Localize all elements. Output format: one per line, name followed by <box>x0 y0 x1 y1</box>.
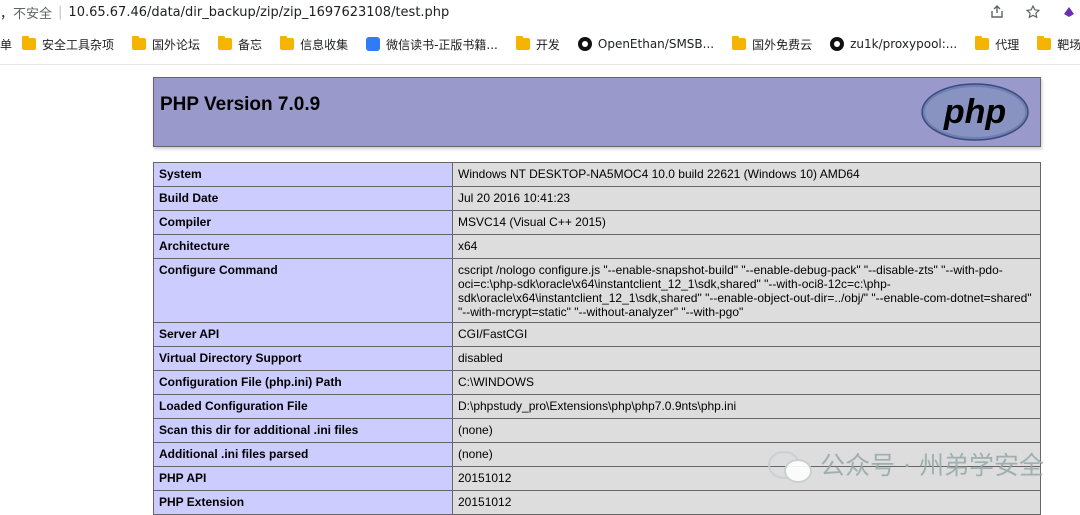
table-row: System Windows NT DESKTOP-NA5MOC4 10.0 bu… <box>153 162 1041 187</box>
folder-icon <box>515 36 530 50</box>
row-key: Compiler <box>153 210 453 235</box>
bookmark-item[interactable]: 信息收集 <box>280 36 348 53</box>
row-value: MSVC14 (Visual C++ 2015) <box>452 210 1041 235</box>
insecure-label[interactable]: 不安全 <box>13 3 52 22</box>
table-row: Scan this dir for additional .ini files(… <box>153 418 1041 443</box>
bookmark-item[interactable]: 备忘 <box>218 36 262 53</box>
table-row: Virtual Directory Support disabled <box>153 346 1041 371</box>
php-logo-text: php <box>943 93 1006 131</box>
row-value: cscript /nologo configure.js "--enable-s… <box>452 258 1041 323</box>
bookmark-label: 安全工具杂项 <box>42 37 115 52</box>
row-key: Server API <box>153 322 453 347</box>
watermark-text: 公众号 · 州弟学安全 <box>820 451 1044 480</box>
row-key: System <box>153 162 453 187</box>
bookmark-item[interactable]: OpenEthan/SMSB... <box>577 37 715 51</box>
row-value: x64 <box>452 234 1041 259</box>
wechat-watermark: 公众号 · 州弟学安全 <box>768 445 1044 483</box>
bookmark-item[interactable]: 开发 <box>515 36 560 53</box>
row-key: Build Date <box>153 186 453 211</box>
row-value: D:\phpstudy_pro\Extensions\php\php7.0.9n… <box>452 394 1041 419</box>
row-value: Jul 20 2016 10:41:23 <box>452 186 1041 211</box>
folder-icon <box>280 36 295 50</box>
weread-icon <box>366 37 381 51</box>
folder-icon <box>218 36 233 50</box>
url-text[interactable]: 10.65.67.46/data/dir_backup/zip/zip_1697… <box>68 5 449 20</box>
bookmark-label: 信息收集 <box>300 37 349 52</box>
extension-icon[interactable] <box>1060 3 1078 21</box>
row-value: Windows NT DESKTOP-NA5MOC4 10.0 build 22… <box>452 162 1041 187</box>
table-row: Configuration File (php.ini) Path C:\WIND… <box>153 370 1041 395</box>
row-value: C:\WINDOWS <box>452 370 1041 395</box>
bookmark-label: 国外免费云 <box>752 37 813 52</box>
folder-icon <box>1037 36 1052 50</box>
bookmark-item[interactable]: 国外论坛 <box>132 36 200 53</box>
php-logo[interactable]: php <box>920 82 1030 142</box>
wechat-icon <box>768 445 813 483</box>
row-key: Virtual Directory Support <box>153 346 453 371</box>
bookmark-label: 代理 <box>995 37 1020 52</box>
table-row: Architecture x64 <box>153 234 1041 259</box>
bookmark-item[interactable]: 代理 <box>975 36 1019 53</box>
bookmark-star-icon[interactable] <box>1024 3 1042 21</box>
table-row: Configure Command cscript /nologo configu… <box>153 258 1041 323</box>
bookmark-item[interactable]: 国外免费云 <box>732 36 812 53</box>
row-key: Configure Command <box>153 258 453 323</box>
phpinfo-header: PHP Version 7.0.9 php <box>153 77 1041 147</box>
bookmark-leading-fragment[interactable]: 单 <box>0 36 12 53</box>
row-key: PHP API <box>153 466 453 491</box>
bookmark-label: 微信读书-正版书籍... <box>386 37 498 52</box>
bookmark-label: 备忘 <box>238 37 263 52</box>
address-bar-actions <box>988 0 1080 24</box>
table-row: Compiler MSVC14 (Visual C++ 2015) <box>153 210 1041 235</box>
address-bar[interactable]: ， 不安全 | 10.65.67.46/data/dir_backup/zip/… <box>0 0 1080 24</box>
bookmarks-bar: 单 安全工具杂项 国外论坛 备忘 信息收集 微信读书-正版书籍... 开发 OpenEtha… <box>0 24 1080 65</box>
bookmark-label: zu1k/proxypool:... <box>850 37 958 51</box>
folder-icon <box>732 36 747 50</box>
bookmark-label: 开发 <box>535 37 560 52</box>
table-row: Loaded Configuration File D:\phpstudy_pro… <box>153 394 1041 419</box>
bookmark-item[interactable]: zu1k/proxypool:... <box>830 37 957 51</box>
table-row: Server API CGI/FastCGI <box>153 322 1041 347</box>
bookmark-label: 靶场 <box>1057 37 1080 52</box>
address-leading-fragment: ， <box>0 6 14 22</box>
bookmark-label: OpenEthan/SMSB... <box>597 37 715 51</box>
folder-icon <box>132 36 147 50</box>
bookmark-item[interactable]: 靶场 <box>1037 36 1080 53</box>
row-key: Architecture <box>153 234 453 259</box>
php-version-title: PHP Version 7.0.9 <box>160 94 321 115</box>
row-value: disabled <box>452 346 1041 371</box>
row-value: (none) <box>452 418 1041 443</box>
row-key: Additional .ini files parsed <box>153 442 453 467</box>
phpinfo-page: PHP Version 7.0.9 php System Windows NT D… <box>153 77 1041 515</box>
bookmark-item[interactable]: 微信读书-正版书籍... <box>366 36 498 53</box>
row-key: Configuration File (php.ini) Path <box>153 370 453 395</box>
bookmark-label: 国外论坛 <box>152 37 201 52</box>
row-value: CGI/FastCGI <box>452 322 1041 347</box>
github-icon <box>830 37 845 51</box>
table-row: Build Date Jul 20 2016 10:41:23 <box>153 186 1041 211</box>
folder-icon <box>22 36 37 50</box>
github-icon <box>577 37 592 51</box>
row-key: Scan this dir for additional .ini files <box>153 418 453 443</box>
folder-icon <box>975 36 990 50</box>
bookmark-item[interactable]: 安全工具杂项 <box>22 36 114 53</box>
share-icon[interactable] <box>988 3 1006 21</box>
address-separator: | <box>58 4 63 20</box>
row-key: Loaded Configuration File <box>153 394 453 419</box>
